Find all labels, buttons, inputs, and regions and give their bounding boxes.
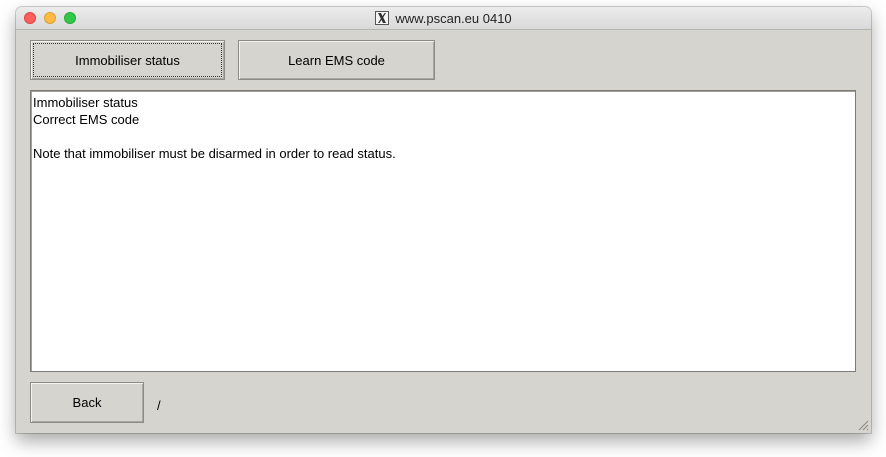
- output-line: Correct EMS code: [33, 112, 140, 127]
- status-text: /: [157, 398, 161, 413]
- output-text-area[interactable]: Immobiliser status Correct EMS code Note…: [30, 90, 856, 372]
- output-line: Immobiliser status: [33, 95, 138, 110]
- window-title: www.pscan.eu 0410: [395, 10, 512, 26]
- app-window: www.pscan.eu 0410 Immobiliser status Lea…: [16, 7, 871, 433]
- learn-ems-code-button[interactable]: Learn EMS code: [238, 40, 435, 80]
- output-line: Note that immobiliser must be disarmed i…: [33, 146, 396, 161]
- immobiliser-status-button[interactable]: Immobiliser status: [30, 40, 225, 80]
- window-title-group: www.pscan.eu 0410: [16, 7, 871, 29]
- back-button[interactable]: Back: [30, 382, 144, 423]
- title-bar[interactable]: www.pscan.eu 0410: [16, 7, 871, 30]
- x11-icon: [375, 11, 390, 25]
- resize-grip-icon[interactable]: [857, 419, 869, 431]
